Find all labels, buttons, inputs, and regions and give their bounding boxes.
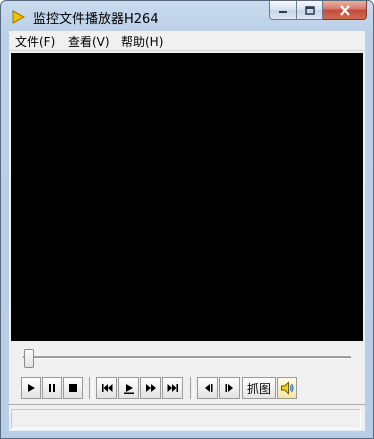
frame-back-button[interactable] xyxy=(197,377,218,399)
status-pane xyxy=(11,409,361,429)
fast-forward-icon xyxy=(145,384,156,392)
step-play-icon xyxy=(123,383,134,394)
frame-forward-icon xyxy=(225,384,233,392)
minimize-button[interactable] xyxy=(269,1,297,20)
maximize-button[interactable] xyxy=(297,1,323,20)
volume-button[interactable] xyxy=(277,377,297,399)
frame-back-icon xyxy=(204,384,212,392)
maximize-icon xyxy=(304,5,315,15)
fast-forward-button[interactable] xyxy=(140,377,161,399)
skip-next-icon xyxy=(167,384,178,392)
player-window: 监控文件播放器H264 文件(F) 查看(V) 帮助(H) 抓图 xyxy=(0,0,374,439)
stop-button[interactable] xyxy=(63,377,83,399)
title-bar[interactable]: 监控文件播放器H264 xyxy=(1,1,373,31)
close-icon xyxy=(339,4,350,16)
menu-help[interactable]: 帮助(H) xyxy=(121,33,163,50)
menu-view[interactable]: 查看(V) xyxy=(68,33,110,50)
client-area: 抓图 xyxy=(9,51,365,431)
capture-label: 抓图 xyxy=(246,381,271,396)
pause-icon xyxy=(49,384,55,392)
pause-button[interactable] xyxy=(42,377,62,399)
toolbar-separator xyxy=(190,377,194,399)
capture-button[interactable]: 抓图 xyxy=(242,377,276,399)
app-play-icon xyxy=(12,10,25,24)
stop-icon xyxy=(69,384,77,392)
frame-forward-button[interactable] xyxy=(219,377,240,399)
video-display[interactable] xyxy=(11,53,363,341)
progress-slider-thumb[interactable] xyxy=(24,349,34,368)
menu-bar: 文件(F) 查看(V) 帮助(H) xyxy=(9,31,365,51)
step-play-button[interactable] xyxy=(118,377,139,399)
window-title: 监控文件播放器H264 xyxy=(33,12,159,27)
progress-slider-track[interactable] xyxy=(23,356,351,359)
status-bar xyxy=(9,404,365,430)
speaker-icon xyxy=(281,381,294,395)
toolbar-separator xyxy=(89,377,93,399)
close-button[interactable] xyxy=(323,1,367,20)
skip-previous-button[interactable] xyxy=(96,377,117,399)
play-icon xyxy=(28,384,35,392)
menu-file[interactable]: 文件(F) xyxy=(15,33,55,50)
skip-next-button[interactable] xyxy=(162,377,183,399)
play-button[interactable] xyxy=(21,377,41,399)
skip-previous-icon xyxy=(101,384,112,392)
minimize-icon xyxy=(279,11,287,13)
